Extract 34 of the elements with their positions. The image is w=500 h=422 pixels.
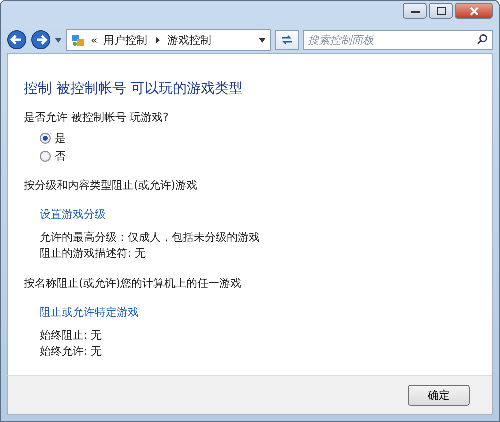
search-field[interactable]: 搜索控制面板 [303,30,493,50]
settings-link[interactable]: 阻止或允许特定游戏 [40,305,139,320]
refresh-button[interactable] [275,30,299,50]
settings-link[interactable]: 设置游戏分级 [40,207,106,222]
close-icon [470,6,478,16]
close-button[interactable] [455,3,493,19]
minimize-icon [410,10,420,12]
radio-button[interactable] [40,133,51,144]
chevron-icon[interactable] [156,36,160,44]
minimize-button[interactable] [403,3,427,19]
breadcrumb-prefix[interactable]: « [91,34,98,46]
radio-button[interactable] [40,151,51,162]
maximize-button[interactable] [429,3,453,19]
detail-text: 阻止的游戏描述符: 无 [40,246,146,262]
maximize-icon [436,7,446,15]
detail-text: 始终阻止: 无 [40,328,102,344]
radio-label: 否 [55,149,66,164]
section-heading: 按分级和内容类型阻止(或允许)游戏 [24,178,198,194]
forward-button[interactable] [31,30,51,50]
page-title: 控制 被控制帐号 可以玩的游戏类型 [24,80,243,98]
back-button[interactable] [7,30,27,50]
section-heading: 按名称阻止(或允许)您的计算机上的任一游戏 [24,276,242,292]
search-icon[interactable] [477,34,488,45]
detail-text: 始终允许: 无 [40,344,102,360]
detail-text: 允许的最高分级：仅成人，包括未分级的游戏 [40,230,260,246]
address-bar[interactable]: « 用户控制 游戏控制 [66,29,271,51]
ok-button[interactable]: 确定 [408,384,470,406]
breadcrumb-item[interactable]: 游戏控制 [168,32,212,48]
refresh-icon [281,35,293,45]
question-text: 是否允许 被控制帐号 玩游戏? [24,110,169,126]
breadcrumb-item[interactable]: 用户控制 [104,32,148,48]
radio-label: 是 [55,131,66,146]
dropdown-icon[interactable] [259,38,266,42]
control-panel-icon [71,33,85,47]
